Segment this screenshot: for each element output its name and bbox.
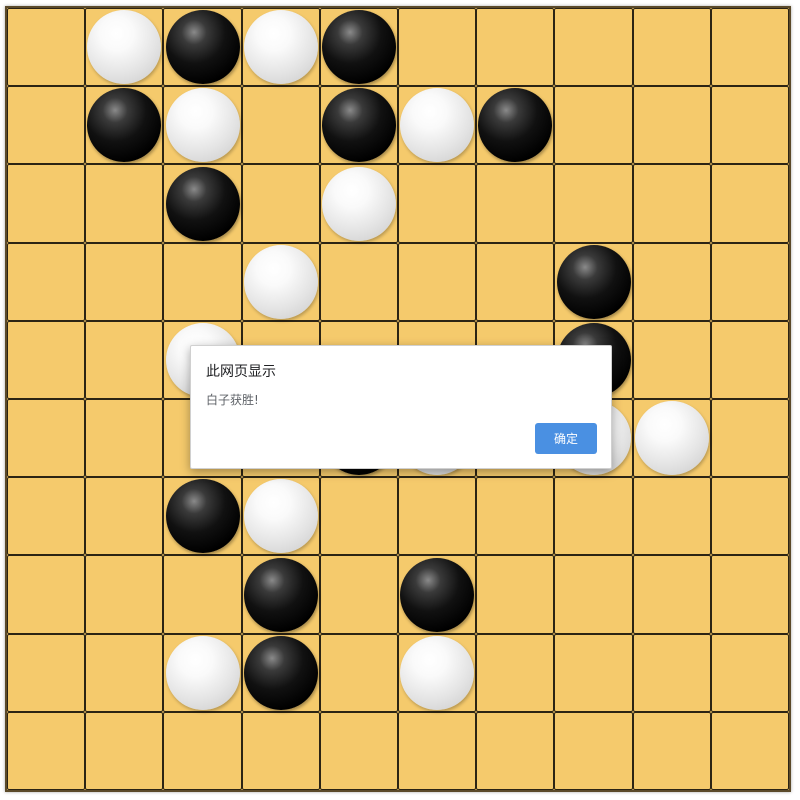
board-cell[interactable] — [7, 320, 86, 399]
board-cell[interactable] — [476, 633, 555, 712]
board-cell[interactable] — [632, 8, 711, 87]
board-cell[interactable] — [241, 164, 320, 243]
black-stone — [321, 10, 396, 85]
white-stone — [165, 635, 240, 710]
white-stone — [243, 10, 318, 85]
ok-button[interactable]: 确定 — [535, 423, 597, 454]
white-stone — [400, 88, 475, 163]
board-cell[interactable] — [319, 477, 398, 556]
white-stone — [165, 88, 240, 163]
board-cell[interactable] — [85, 477, 164, 556]
white-stone — [243, 479, 318, 554]
alert-dialog: 此网页显示 白子获胜! 确定 — [190, 345, 612, 469]
board-cell[interactable] — [554, 555, 633, 634]
board-cell[interactable] — [632, 711, 711, 790]
board-cell[interactable] — [554, 633, 633, 712]
board-cell[interactable] — [710, 164, 789, 243]
board-cell[interactable] — [85, 164, 164, 243]
board-cell[interactable] — [7, 242, 86, 321]
board-cell[interactable] — [476, 164, 555, 243]
board-cell[interactable] — [476, 8, 555, 87]
board-cell[interactable] — [241, 711, 320, 790]
white-stone — [634, 401, 709, 476]
board-cell[interactable] — [476, 555, 555, 634]
board-cell[interactable] — [710, 399, 789, 478]
board-cell[interactable] — [163, 242, 242, 321]
board-cell[interactable] — [554, 477, 633, 556]
board-cell[interactable] — [319, 242, 398, 321]
board-cell[interactable] — [7, 555, 86, 634]
board-cell[interactable] — [85, 711, 164, 790]
dialog-message: 白子获胜! — [206, 393, 259, 407]
white-stone — [400, 635, 475, 710]
board-cell[interactable] — [319, 633, 398, 712]
board-cell[interactable] — [554, 86, 633, 165]
board-cell[interactable] — [398, 164, 477, 243]
board-cell[interactable] — [319, 711, 398, 790]
board-cell[interactable] — [7, 477, 86, 556]
black-stone — [400, 557, 475, 632]
black-stone — [243, 557, 318, 632]
board-cell[interactable] — [632, 242, 711, 321]
board-cell[interactable] — [7, 86, 86, 165]
board-cell[interactable] — [632, 320, 711, 399]
black-stone — [165, 166, 240, 241]
board-cell[interactable] — [710, 477, 789, 556]
board-cell[interactable] — [632, 86, 711, 165]
board-cell[interactable] — [7, 711, 86, 790]
board-cell[interactable] — [319, 555, 398, 634]
board-cell[interactable] — [710, 320, 789, 399]
white-stone — [321, 166, 396, 241]
board-cell[interactable] — [632, 555, 711, 634]
board-cell[interactable] — [710, 86, 789, 165]
board-cell[interactable] — [163, 711, 242, 790]
white-stone — [87, 10, 162, 85]
board-cell[interactable] — [85, 633, 164, 712]
board-cell[interactable] — [710, 8, 789, 87]
board-cell[interactable] — [632, 164, 711, 243]
board-cell[interactable] — [85, 399, 164, 478]
dialog-title: 此网页显示 — [206, 364, 276, 380]
board-cell[interactable] — [476, 711, 555, 790]
board-cell[interactable] — [398, 8, 477, 87]
board-cell[interactable] — [710, 633, 789, 712]
white-stone — [243, 244, 318, 319]
board-cell[interactable] — [476, 477, 555, 556]
board-cell[interactable] — [163, 555, 242, 634]
black-stone — [243, 635, 318, 710]
black-stone — [321, 88, 396, 163]
board-cell[interactable] — [85, 242, 164, 321]
board-cell[interactable] — [7, 633, 86, 712]
board-cell[interactable] — [85, 555, 164, 634]
board-cell[interactable] — [632, 477, 711, 556]
board-cell[interactable] — [7, 164, 86, 243]
board-cell[interactable] — [710, 242, 789, 321]
board-cell[interactable] — [554, 164, 633, 243]
board-cell[interactable] — [7, 8, 86, 87]
board-cell[interactable] — [398, 711, 477, 790]
board-cell[interactable] — [398, 242, 477, 321]
board-cell[interactable] — [710, 555, 789, 634]
board-cell[interactable] — [710, 711, 789, 790]
board-cell[interactable] — [398, 477, 477, 556]
black-stone — [556, 244, 631, 319]
board-cell[interactable] — [241, 86, 320, 165]
black-stone — [165, 479, 240, 554]
black-stone — [165, 10, 240, 85]
board-cell[interactable] — [7, 399, 86, 478]
board-cell[interactable] — [554, 711, 633, 790]
board-cell[interactable] — [554, 8, 633, 87]
board-cell[interactable] — [476, 242, 555, 321]
board-cell[interactable] — [85, 320, 164, 399]
board-cell[interactable] — [632, 633, 711, 712]
